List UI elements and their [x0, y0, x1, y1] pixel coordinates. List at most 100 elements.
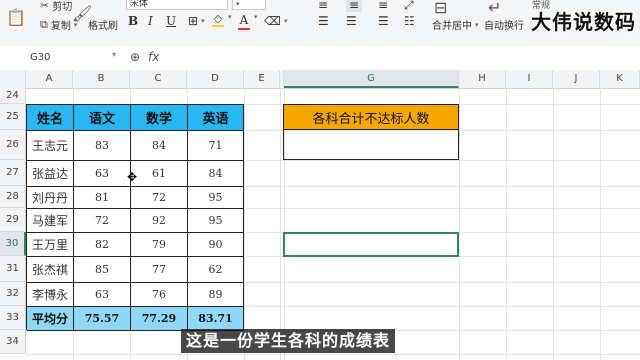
orientation-icon: ⤢: [404, 0, 414, 12]
bold-button[interactable]: B: [128, 14, 138, 28]
name-box-dropdown-icon[interactable]: ▾: [112, 50, 116, 59]
chevron-down-icon: ▾: [254, 13, 258, 21]
header-cell-math[interactable]: 数学: [131, 105, 188, 131]
column-header-c[interactable]: C: [130, 70, 187, 88]
column-header-a[interactable]: A: [26, 70, 73, 88]
row-header-30[interactable]: 30: [0, 232, 26, 256]
row-header-32[interactable]: 32: [0, 282, 26, 306]
column-header-b[interactable]: B: [73, 70, 130, 88]
score-cell[interactable]: 84: [131, 131, 188, 161]
name-box[interactable]: G30: [8, 50, 116, 66]
side-box-value-cell[interactable]: [283, 129, 459, 160]
row-header-26[interactable]: 26: [0, 130, 26, 160]
score-cell[interactable]: 90: [188, 233, 244, 257]
formula-input[interactable]: [176, 50, 616, 66]
score-cell[interactable]: 81: [74, 187, 131, 209]
average-chinese-cell[interactable]: 75.57: [74, 307, 131, 331]
average-label-cell[interactable]: 平均分: [27, 307, 74, 331]
fill-color-dropdown[interactable]: ▾: [228, 13, 232, 21]
header-cell-chinese[interactable]: 语文: [74, 105, 131, 131]
auto-wrap-icon-button[interactable]: ↵: [488, 0, 501, 17]
clear-format-button[interactable]: ⌫ ▾: [264, 14, 287, 28]
font-color-dropdown[interactable]: ▾: [254, 13, 258, 21]
font-size-select[interactable]: ▾: [232, 0, 266, 10]
font-color-button[interactable]: A: [238, 13, 250, 30]
align-right-icon: ☰: [378, 14, 389, 28]
align-top-button[interactable]: ≡: [318, 0, 328, 12]
selected-cell-g30[interactable]: [283, 232, 459, 257]
column-header-j[interactable]: J: [553, 70, 600, 88]
score-cell[interactable]: 85: [74, 257, 131, 283]
paste-button[interactable]: 📋: [6, 8, 26, 27]
name-cell[interactable]: 刘丹丹: [27, 187, 74, 209]
name-cell[interactable]: 张益达: [27, 161, 74, 187]
name-cell[interactable]: 王万里: [27, 233, 74, 257]
align-middle-button[interactable]: ≡: [346, 0, 363, 12]
score-cell[interactable]: 72: [131, 187, 188, 209]
auto-wrap-button[interactable]: 自动换行: [484, 17, 524, 32]
score-cell[interactable]: 76: [131, 283, 188, 307]
format-painter-label-button[interactable]: 格式刷: [88, 17, 118, 32]
name-cell[interactable]: 李博永: [27, 283, 74, 307]
score-cell[interactable]: 62: [188, 257, 244, 283]
score-cell[interactable]: 89: [188, 283, 244, 307]
side-box-title[interactable]: 各科合计不达标人数: [283, 104, 459, 130]
eraser-icon: ⌫: [264, 14, 281, 28]
row-header-28[interactable]: 28: [0, 186, 26, 208]
score-cell[interactable]: 95: [188, 209, 244, 233]
row-header-24[interactable]: 24: [0, 88, 26, 104]
average-english-cell[interactable]: 83.71: [188, 307, 244, 331]
header-cell-name[interactable]: 姓名: [27, 105, 74, 131]
name-cell[interactable]: 张杰祺: [27, 257, 74, 283]
name-cell[interactable]: 马建军: [27, 209, 74, 233]
header-cell-english[interactable]: 英语: [188, 105, 244, 131]
score-cell[interactable]: 84: [188, 161, 244, 187]
merge-center-icon-button[interactable]: ⊟: [434, 0, 447, 17]
orientation-button[interactable]: ⤢: [404, 0, 414, 13]
scissors-icon: ✂: [40, 0, 50, 12]
row-header-31[interactable]: 31: [0, 256, 26, 282]
fill-color-button[interactable]: ◇: [212, 13, 224, 27]
row-header-34[interactable]: 34: [0, 330, 26, 354]
cut-button[interactable]: ✂ 剪切: [40, 0, 72, 13]
select-all-corner[interactable]: [0, 70, 26, 88]
column-header-h[interactable]: H: [459, 70, 506, 88]
font-name-select[interactable]: 宋体: [126, 0, 228, 10]
average-math-cell[interactable]: 77.29: [131, 307, 188, 331]
column-header-e[interactable]: E: [244, 70, 280, 88]
row-header-27[interactable]: 27: [0, 160, 26, 186]
score-cell[interactable]: 77: [131, 257, 188, 283]
underline-button[interactable]: U: [166, 14, 176, 28]
score-cell[interactable]: 92: [131, 209, 188, 233]
row-header-33[interactable]: 33: [0, 306, 26, 330]
merge-center-button[interactable]: 合并居中 ▾: [432, 17, 479, 33]
align-right-button[interactable]: ☰: [378, 14, 389, 28]
score-cell[interactable]: 95: [188, 187, 244, 209]
score-cell[interactable]: 61: [131, 161, 188, 187]
align-left-button[interactable]: ☰: [318, 14, 329, 28]
align-center-icon: ☰: [346, 14, 357, 28]
score-cell[interactable]: 71: [188, 131, 244, 161]
align-bottom-button[interactable]: ≡: [378, 0, 388, 12]
row-header-25[interactable]: 25: [0, 104, 26, 130]
column-header-g[interactable]: G: [284, 70, 459, 88]
insert-function-button[interactable]: fx: [148, 50, 159, 64]
column-header-d[interactable]: D: [187, 70, 244, 88]
score-cell[interactable]: 63: [74, 161, 131, 187]
score-cell[interactable]: 63: [74, 283, 131, 307]
distributed-align-button[interactable]: ☷: [404, 14, 415, 28]
score-cell[interactable]: 72: [74, 209, 131, 233]
underline-icon: U: [166, 14, 177, 28]
row-header-29[interactable]: 29: [0, 208, 26, 232]
border-button[interactable]: ⊞ ▾: [188, 14, 205, 28]
name-cell[interactable]: 王志元: [27, 131, 74, 161]
score-cell[interactable]: 79: [131, 233, 188, 257]
align-center-button[interactable]: ☰: [346, 14, 357, 28]
zoom-search-icon[interactable]: ⊕: [130, 50, 140, 64]
column-header-k[interactable]: K: [600, 70, 640, 88]
column-header-i[interactable]: I: [506, 70, 553, 88]
italic-button[interactable]: I: [148, 14, 153, 28]
score-cell[interactable]: 83: [74, 131, 131, 161]
move-cursor-icon: ✥: [127, 170, 138, 184]
score-cell[interactable]: 82: [74, 233, 131, 257]
